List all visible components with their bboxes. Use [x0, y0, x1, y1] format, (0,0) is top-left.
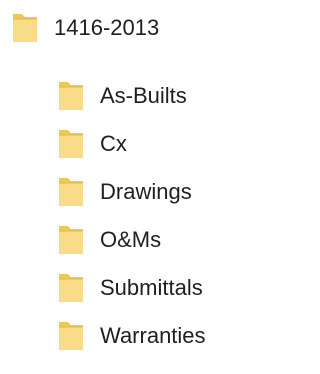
tree-item-label: Submittals: [100, 275, 203, 300]
tree-item-submittals[interactable]: Submittals: [56, 268, 203, 308]
folder-icon: [56, 175, 86, 209]
folder-icon: [56, 271, 86, 305]
folder-icon: [56, 319, 86, 353]
tree-item-label: Warranties: [100, 323, 206, 348]
tree-item-label: Drawings: [100, 179, 192, 204]
tree-root-label: 1416-2013: [54, 15, 160, 40]
tree-item-cx[interactable]: Cx: [56, 124, 127, 164]
tree-item-drawings[interactable]: Drawings: [56, 172, 192, 212]
folder-icon: [56, 127, 86, 161]
tree-item-oms[interactable]: O&Ms: [56, 220, 161, 260]
folder-icon: [56, 79, 86, 113]
tree-root-folder[interactable]: 1416-2013: [10, 8, 159, 48]
tree-item-label: As-Builts: [100, 83, 187, 108]
tree-item-label: Cx: [100, 131, 127, 156]
tree-item-label: O&Ms: [100, 227, 162, 252]
folder-icon: [10, 11, 40, 45]
folder-tree: 1416-2013 As-Builts Cx Drawings O&Ms Sub…: [0, 0, 246, 374]
folder-icon: [56, 223, 86, 257]
tree-item-warranties[interactable]: Warranties: [56, 316, 206, 356]
tree-item-as-builts[interactable]: As-Builts: [56, 76, 187, 116]
